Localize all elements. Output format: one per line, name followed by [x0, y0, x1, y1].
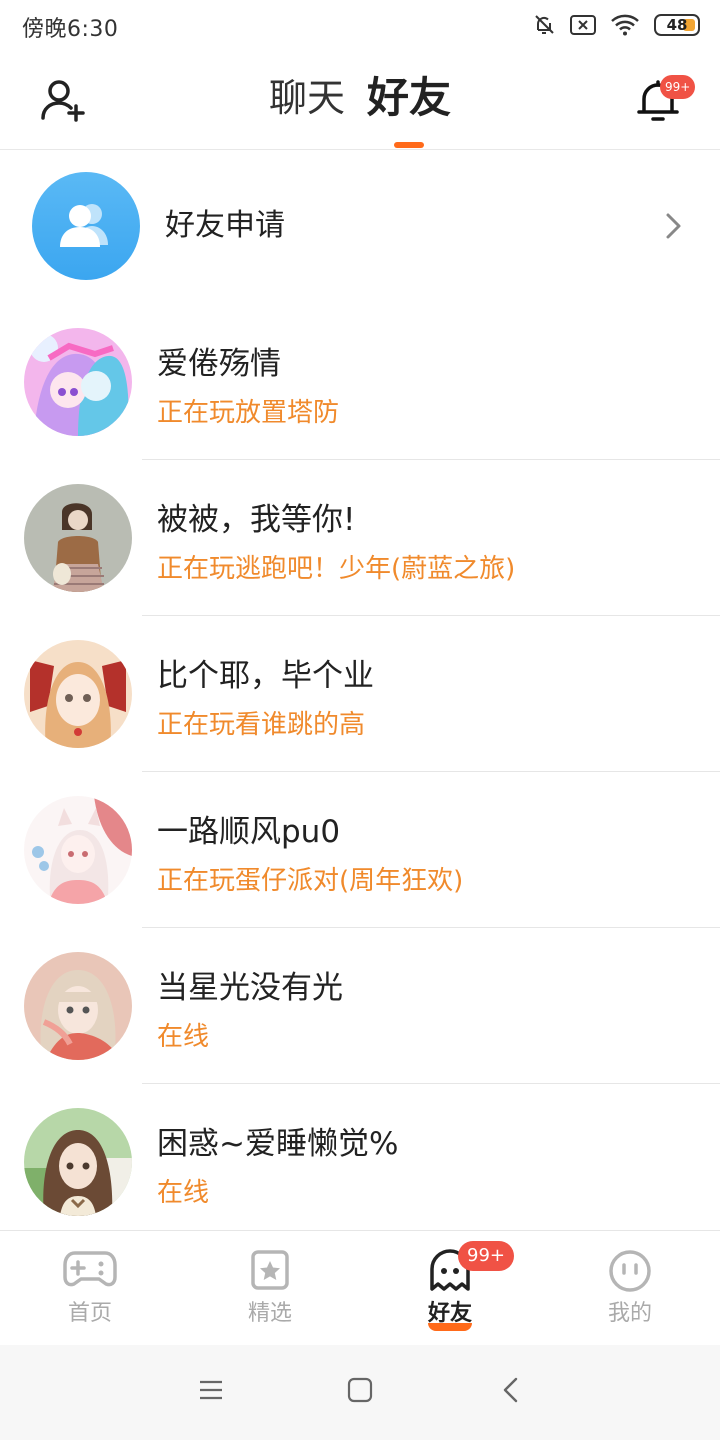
- friend-status: 正在玩看谁跳的高: [157, 710, 366, 740]
- friend-request-avatar: [32, 172, 140, 280]
- chevron-right-icon: [666, 213, 681, 239]
- menu-icon[interactable]: [198, 1377, 224, 1403]
- tab-indicator: [394, 142, 424, 148]
- friend-row[interactable]: 被被，我等你! 正在玩逃跑吧！少年(蔚蓝之旅): [0, 460, 720, 616]
- home-square-icon[interactable]: [347, 1377, 373, 1403]
- status-bar: 傍晚6:30 48: [0, 0, 720, 50]
- avatar: [24, 952, 132, 1060]
- avatar: [24, 1108, 132, 1216]
- notification-badge: 99+: [660, 75, 696, 99]
- status-icons: 48: [532, 10, 700, 40]
- friend-row[interactable]: 困惑~爱睡懒觉% 在线: [0, 1084, 720, 1240]
- sim-x-icon: [570, 14, 596, 36]
- avatar: [24, 640, 132, 748]
- friend-name: 当星光没有光: [157, 970, 343, 1006]
- tab-friends[interactable]: 好友: [367, 70, 452, 148]
- avatar: [24, 328, 132, 436]
- nav-label: 我的: [607, 1301, 652, 1326]
- friends-icon: [60, 204, 108, 247]
- nav-label: 精选: [247, 1301, 292, 1326]
- friend-list: 爱倦殇情 正在玩放置塔防 被被，我等你! 正在玩逃跑吧！少年(蔚蓝之旅) 比个耶…: [0, 304, 720, 1240]
- battery-level: 48: [666, 16, 688, 34]
- tab-friends-label: 好友: [367, 73, 452, 122]
- friend-name: 爱倦殇情: [157, 346, 281, 382]
- status-time: 傍晚6:30: [22, 17, 119, 42]
- system-nav-bar: [0, 1345, 720, 1440]
- bell-muted-icon: [532, 13, 556, 37]
- nav-label: 首页: [67, 1301, 112, 1326]
- friend-name: 被被，我等你!: [157, 502, 356, 538]
- header: 聊天 好友 99+: [0, 50, 720, 150]
- friend-row[interactable]: 爱倦殇情 正在玩放置塔防: [0, 304, 720, 460]
- avatar: [24, 796, 132, 904]
- gamepad-icon: [63, 1251, 117, 1287]
- friend-status: 正在玩蛋仔派对(周年狂欢): [157, 866, 464, 896]
- friend-status: 正在玩放置塔防: [157, 398, 340, 428]
- tab-chat[interactable]: 聊天: [269, 70, 345, 126]
- friend-request-label: 好友申请: [165, 208, 285, 243]
- battery-icon: 48: [654, 14, 700, 36]
- friend-row[interactable]: 当星光没有光 在线: [0, 928, 720, 1084]
- friend-name: 困惑~爱睡懒觉%: [157, 1126, 399, 1162]
- wifi-icon: [610, 13, 640, 37]
- nav-friends-badge: 99+: [458, 1241, 514, 1271]
- face-icon: [609, 1250, 651, 1292]
- friend-name: 比个耶，毕个业: [157, 658, 374, 694]
- nav-active-indicator: [428, 1323, 472, 1331]
- header-tabs: 聊天 好友: [0, 70, 720, 148]
- avatar: [24, 484, 132, 592]
- nav-featured[interactable]: 精选: [180, 1231, 360, 1345]
- friend-status: 在线: [157, 1022, 210, 1052]
- nav-me[interactable]: 我的: [540, 1231, 720, 1345]
- star-card-icon: [251, 1250, 289, 1290]
- friend-row[interactable]: 比个耶，毕个业 正在玩看谁跳的高: [0, 616, 720, 772]
- friend-status: 在线: [157, 1178, 210, 1208]
- friend-row[interactable]: 一路顺风pu0 正在玩蛋仔派对(周年狂欢): [0, 772, 720, 928]
- nav-home[interactable]: 首页: [0, 1231, 180, 1345]
- friend-name: 一路顺风pu0: [157, 814, 341, 850]
- bottom-nav: 首页 精选 好友 99+ 我的: [0, 1230, 720, 1344]
- friend-status: 正在玩逃跑吧！少年(蔚蓝之旅): [157, 554, 516, 584]
- friend-request-row[interactable]: 好友申请: [0, 150, 720, 300]
- back-icon[interactable]: [500, 1377, 522, 1403]
